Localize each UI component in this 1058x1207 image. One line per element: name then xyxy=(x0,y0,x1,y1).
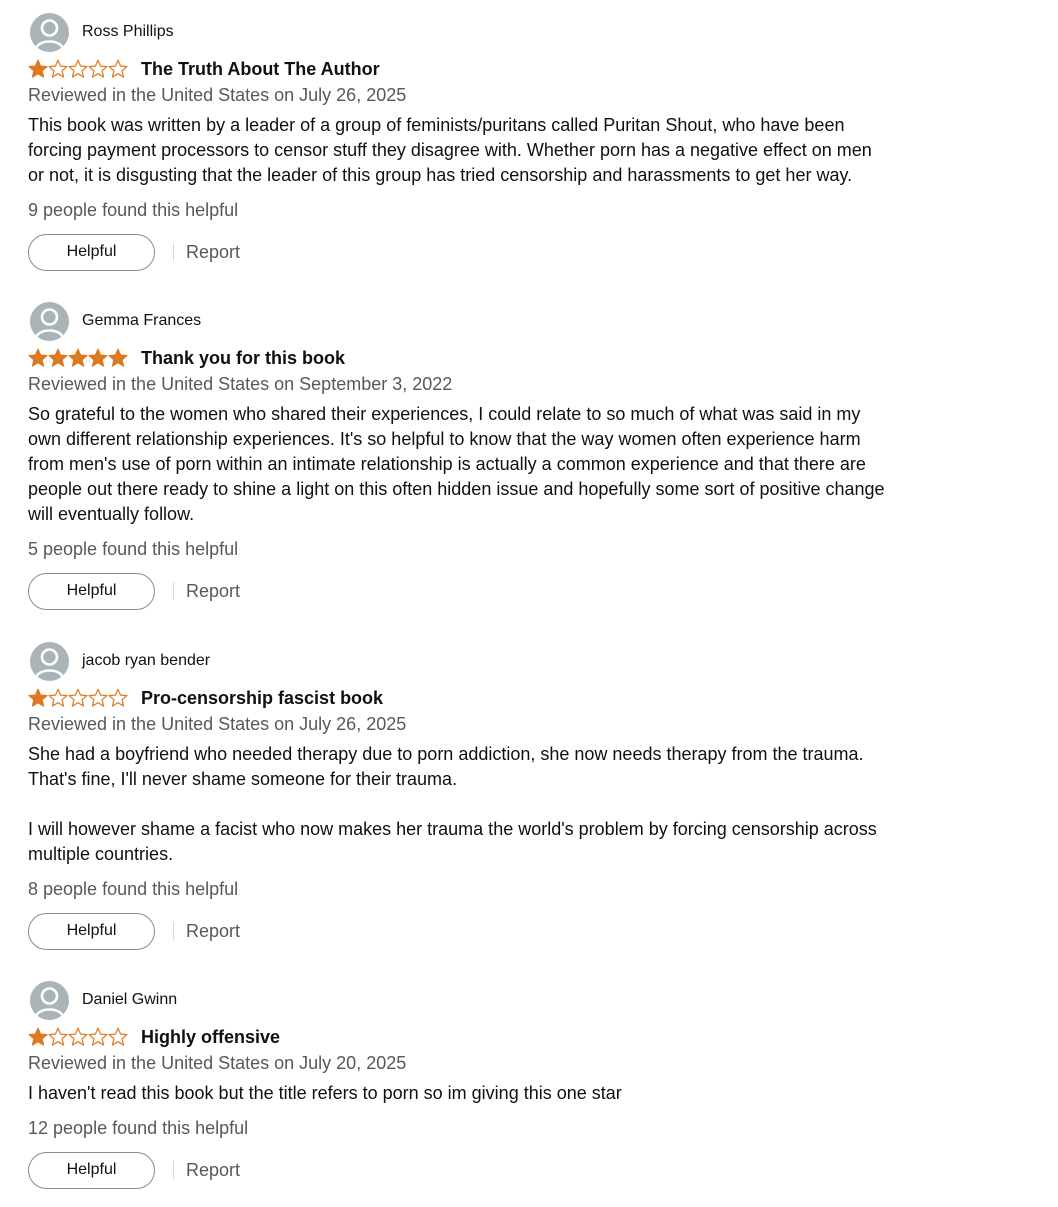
star-filled-icon xyxy=(108,348,128,367)
reviewer-profile[interactable]: Daniel Gwinn xyxy=(30,980,888,1020)
avatar xyxy=(30,301,69,341)
review-title[interactable]: Pro-censorship fascist book xyxy=(141,687,383,709)
report-link[interactable]: Report xyxy=(186,581,240,602)
user-silhouette-icon xyxy=(34,647,65,679)
review-date: Reviewed in the United States on Septemb… xyxy=(28,374,453,394)
review-body: She had a boyfriend who needed therapy d… xyxy=(28,744,877,864)
review-card: Gemma Frances Thank you for this book Re… xyxy=(28,301,888,611)
star-rating[interactable] xyxy=(28,1026,128,1048)
stars-graphic xyxy=(28,1027,128,1046)
divider xyxy=(173,582,174,600)
review-date: Reviewed in the United States on July 26… xyxy=(28,85,407,105)
review-title[interactable]: Thank you for this book xyxy=(141,347,345,369)
review-actions: Helpful Report xyxy=(28,232,888,272)
reviewer-profile[interactable]: jacob ryan bender xyxy=(30,641,888,681)
avatar xyxy=(30,980,69,1020)
review-body: So grateful to the women who shared thei… xyxy=(28,404,890,524)
review-title[interactable]: Highly offensive xyxy=(141,1026,280,1048)
rating-line: Pro-censorship fascist book xyxy=(28,685,888,711)
helpful-button[interactable]: Helpful xyxy=(28,572,155,610)
helpful-count: 9 people found this helpful xyxy=(28,200,239,220)
star-empty-icon xyxy=(68,688,88,707)
star-empty-icon xyxy=(68,59,88,78)
helpful-count: 12 people found this helpful xyxy=(28,1118,249,1138)
review-card: jacob ryan bender Pro-censorship fascist… xyxy=(28,641,888,951)
stars-graphic xyxy=(28,59,128,78)
reviewer-name[interactable]: Gemma Frances xyxy=(82,311,201,331)
star-empty-icon xyxy=(108,59,128,78)
star-rating[interactable] xyxy=(28,687,128,709)
review-card: Ross Phillips The Truth About The Author… xyxy=(28,12,888,272)
star-empty-icon xyxy=(48,1027,68,1046)
star-rating[interactable] xyxy=(28,58,128,80)
star-empty-icon xyxy=(88,688,108,707)
star-empty-icon xyxy=(108,1027,128,1046)
user-silhouette-icon xyxy=(34,307,65,339)
reviewer-name[interactable]: Daniel Gwinn xyxy=(82,990,177,1010)
star-empty-icon xyxy=(108,688,128,707)
reviewer-profile[interactable]: Gemma Frances xyxy=(30,301,888,341)
star-filled-icon xyxy=(68,348,88,367)
divider xyxy=(173,922,174,940)
review-date: Reviewed in the United States on July 26… xyxy=(28,714,407,734)
star-filled-icon xyxy=(28,1027,48,1046)
user-silhouette-icon xyxy=(34,986,65,1018)
report-link[interactable]: Report xyxy=(186,242,240,263)
divider xyxy=(173,243,174,261)
helpful-count: 8 people found this helpful xyxy=(28,879,239,899)
helpful-button[interactable]: Helpful xyxy=(28,1151,155,1189)
star-empty-icon xyxy=(88,1027,108,1046)
review-title[interactable]: The Truth About The Author xyxy=(141,58,380,80)
user-silhouette-icon xyxy=(34,18,65,50)
stars-graphic xyxy=(28,688,128,707)
stars-graphic xyxy=(28,348,128,367)
avatar xyxy=(30,641,69,681)
star-empty-icon xyxy=(48,688,68,707)
avatar xyxy=(30,12,69,52)
review-date: Reviewed in the United States on July 20… xyxy=(28,1053,407,1073)
star-filled-icon xyxy=(28,688,48,707)
report-link[interactable]: Report xyxy=(186,921,240,942)
star-empty-icon xyxy=(68,1027,88,1046)
reviewer-name[interactable]: jacob ryan bender xyxy=(82,651,210,671)
star-filled-icon xyxy=(28,348,48,367)
helpful-button[interactable]: Helpful xyxy=(28,233,155,271)
review-actions: Helpful Report xyxy=(28,911,888,951)
reviewer-profile[interactable]: Ross Phillips xyxy=(30,12,888,52)
rating-line: The Truth About The Author xyxy=(28,56,888,82)
star-filled-icon xyxy=(88,348,108,367)
star-filled-icon xyxy=(48,348,68,367)
rating-line: Thank you for this book xyxy=(28,345,888,371)
report-link[interactable]: Report xyxy=(186,1160,240,1181)
review-card: Daniel Gwinn Highly offensive Reviewed i… xyxy=(28,980,888,1190)
helpful-button[interactable]: Helpful xyxy=(28,912,155,950)
review-actions: Helpful Report xyxy=(28,571,888,611)
divider xyxy=(173,1161,174,1179)
helpful-count: 5 people found this helpful xyxy=(28,539,239,559)
review-body: I haven't read this book but the title r… xyxy=(28,1083,622,1103)
rating-line: Highly offensive xyxy=(28,1024,888,1050)
review-actions: Helpful Report xyxy=(28,1150,888,1190)
reviewer-name[interactable]: Ross Phillips xyxy=(82,22,174,42)
star-filled-icon xyxy=(28,59,48,78)
review-body: This book was written by a leader of a g… xyxy=(28,115,877,185)
star-empty-icon xyxy=(88,59,108,78)
star-empty-icon xyxy=(48,59,68,78)
star-rating[interactable] xyxy=(28,347,128,369)
